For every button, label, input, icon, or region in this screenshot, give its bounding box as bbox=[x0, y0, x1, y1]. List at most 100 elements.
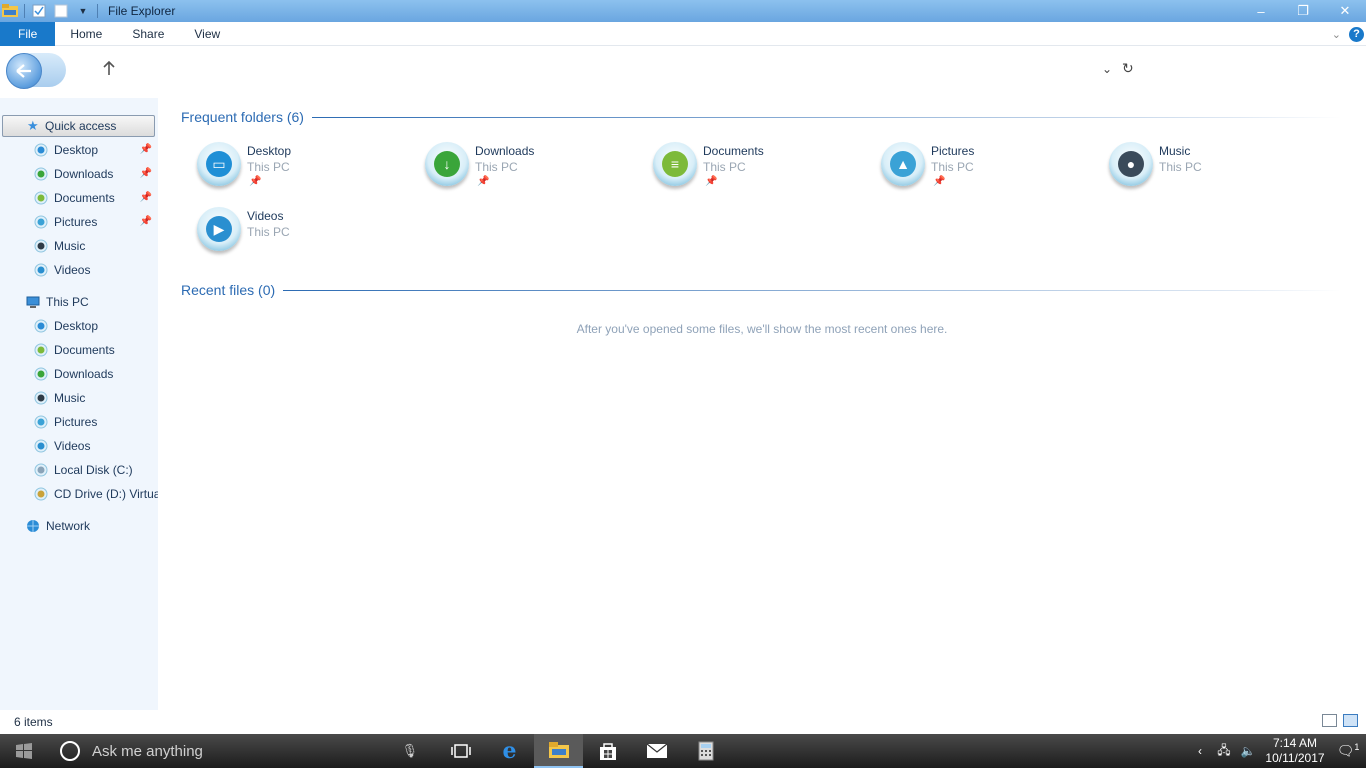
ribbon-tabs: File Home Share View ⌄ ? bbox=[0, 21, 1366, 46]
search-placeholder: Ask me anything bbox=[92, 742, 203, 760]
nav-item-label: CD Drive (D:) Virtua bbox=[54, 487, 158, 501]
this-pc-icon bbox=[26, 296, 40, 308]
volume-icon[interactable]: 🔈 bbox=[1236, 744, 1260, 758]
pin-icon[interactable]: 📌 bbox=[140, 192, 152, 203]
new-folder-icon[interactable] bbox=[53, 3, 69, 19]
folder-tile[interactable]: ▭ Desktop This PC 📌 bbox=[181, 140, 401, 196]
clock[interactable]: 7:14 AM 10/11/2017 bbox=[1260, 736, 1330, 766]
navigation-pane: ★ Quick access Desktop 📌 Downloads 📌 Documen… bbox=[0, 98, 158, 710]
nav-item-label: Documents bbox=[54, 191, 115, 205]
nav-item-label: Downloads bbox=[54, 367, 114, 381]
tab-view[interactable]: View bbox=[179, 22, 235, 46]
cortana-circle-icon bbox=[60, 741, 80, 761]
frequent-folders-title: Frequent folders (6) bbox=[181, 109, 304, 125]
pin-icon[interactable]: 📌 bbox=[933, 176, 945, 187]
nav-pc-item[interactable]: Downloads bbox=[0, 363, 158, 385]
nav-quick-item[interactable]: Documents 📌 bbox=[0, 187, 158, 209]
back-button[interactable] bbox=[6, 53, 42, 89]
folder-app-icon[interactable] bbox=[2, 3, 18, 19]
folder-name: Downloads bbox=[475, 144, 535, 158]
pin-icon[interactable]: 📌 bbox=[705, 176, 717, 187]
folder-tile[interactable]: ▶ Videos This PC bbox=[181, 205, 401, 261]
nav-network[interactable]: Network bbox=[0, 515, 158, 537]
restore-button[interactable]: ❐ bbox=[1282, 0, 1324, 22]
properties-icon[interactable] bbox=[31, 3, 47, 19]
nav-item-label: Desktop bbox=[54, 319, 99, 333]
details-view-icon[interactable] bbox=[1322, 714, 1337, 727]
nav-quick-item[interactable]: Pictures 📌 bbox=[0, 211, 158, 233]
help-button[interactable]: ? bbox=[1349, 26, 1364, 42]
address-dropdown-chevron-icon[interactable]: ⌄ bbox=[1102, 62, 1112, 76]
view-switcher bbox=[1322, 714, 1358, 727]
action-center-button[interactable]: 🗨1 bbox=[1330, 742, 1366, 760]
nav-pc-item[interactable]: Documents bbox=[0, 339, 158, 361]
pictures-folder-icon: ▲ bbox=[881, 142, 925, 186]
star-icon: ★ bbox=[27, 118, 39, 133]
tab-home[interactable]: Home bbox=[55, 22, 117, 46]
pin-icon[interactable]: 📌 bbox=[140, 144, 152, 155]
nav-pc-item[interactable]: CD Drive (D:) Virtua bbox=[0, 483, 158, 505]
disk-icon bbox=[34, 463, 48, 477]
desktop-folder-icon: ▭ bbox=[197, 142, 241, 186]
group-divider bbox=[311, 116, 1341, 118]
cortana-search-box[interactable]: Ask me anything 🎙 bbox=[48, 734, 418, 768]
folder-tile[interactable]: ≡ Documents This PC 📌 bbox=[637, 140, 857, 196]
desktop-icon bbox=[34, 143, 48, 157]
nav-pc-item[interactable]: Music bbox=[0, 387, 158, 409]
pictures-icon bbox=[34, 215, 48, 229]
pin-icon[interactable]: 📌 bbox=[140, 168, 152, 179]
start-button[interactable] bbox=[0, 734, 48, 768]
nav-pc-item[interactable]: Desktop bbox=[0, 315, 158, 337]
file-explorer-taskbar-button[interactable] bbox=[534, 734, 583, 768]
tab-share[interactable]: Share bbox=[117, 22, 179, 46]
pin-icon[interactable]: 📌 bbox=[140, 216, 152, 227]
customize-toolbar-dropdown-icon[interactable]: ▼ bbox=[75, 3, 91, 19]
calculator-icon bbox=[698, 741, 713, 761]
minimize-button[interactable]: – bbox=[1240, 0, 1282, 22]
nav-item-label: Music bbox=[54, 239, 86, 253]
recent-files-empty-message: After you've opened some files, we'll sh… bbox=[576, 322, 948, 336]
refresh-button[interactable]: ↻ bbox=[1122, 60, 1134, 77]
folder-tile[interactable]: ● Music This PC bbox=[1093, 140, 1313, 196]
taskbar-apps: e bbox=[436, 734, 730, 768]
nav-quick-item[interactable]: Desktop 📌 bbox=[0, 139, 158, 161]
nav-pc-item[interactable]: Local Disk (C:) bbox=[0, 459, 158, 481]
clock-time: 7:14 AM bbox=[1272, 736, 1318, 750]
nav-item-label: Videos bbox=[54, 263, 91, 277]
quick-access-toolbar: ▼ bbox=[0, 0, 104, 22]
nav-pc-item[interactable]: Videos bbox=[0, 435, 158, 457]
tab-file[interactable]: File bbox=[0, 21, 56, 46]
calculator-button[interactable] bbox=[681, 734, 730, 768]
pin-icon[interactable]: 📌 bbox=[477, 176, 489, 187]
nav-quick-item[interactable]: Downloads 📌 bbox=[0, 163, 158, 185]
task-view-button[interactable] bbox=[436, 734, 485, 768]
nav-item-label: Videos bbox=[54, 439, 91, 453]
edge-button[interactable]: e bbox=[485, 734, 534, 768]
pin-icon[interactable]: 📌 bbox=[249, 176, 261, 187]
nav-quick-item[interactable]: Music bbox=[0, 235, 158, 257]
nav-pc-item[interactable]: Pictures bbox=[0, 411, 158, 433]
downloads-folder-icon: ↓ bbox=[425, 142, 469, 186]
videos-icon bbox=[34, 439, 48, 453]
group-divider bbox=[283, 289, 1341, 291]
microphone-icon[interactable]: 🎙 bbox=[401, 743, 418, 759]
up-button[interactable] bbox=[100, 60, 118, 80]
nav-this-pc[interactable]: This PC bbox=[0, 291, 158, 313]
nav-quick-item[interactable]: Videos bbox=[0, 259, 158, 281]
folder-tile[interactable]: ▲ Pictures This PC 📌 bbox=[865, 140, 1085, 196]
folder-tile[interactable]: ↓ Downloads This PC 📌 bbox=[409, 140, 629, 196]
frequent-folders-header[interactable]: Frequent folders (6) bbox=[181, 109, 1341, 125]
documents-icon bbox=[34, 191, 48, 205]
large-icons-view-icon[interactable] bbox=[1343, 714, 1358, 727]
store-button[interactable] bbox=[583, 734, 632, 768]
show-hidden-icons-chevron-icon[interactable]: ‹ bbox=[1188, 744, 1212, 758]
notification-count: 1 bbox=[1354, 742, 1360, 753]
back-forward-control bbox=[6, 53, 66, 89]
nav-quick-access[interactable]: ★ Quick access bbox=[2, 115, 155, 137]
network-tray-icon[interactable]: 🖧 bbox=[1212, 741, 1236, 762]
recent-files-header[interactable]: Recent files (0) bbox=[181, 282, 1341, 298]
folder-name: Desktop bbox=[247, 144, 292, 158]
close-button[interactable]: ✕ bbox=[1324, 0, 1366, 22]
mail-button[interactable] bbox=[632, 734, 681, 768]
expand-ribbon-chevron-icon[interactable]: ⌄ bbox=[1332, 28, 1341, 41]
